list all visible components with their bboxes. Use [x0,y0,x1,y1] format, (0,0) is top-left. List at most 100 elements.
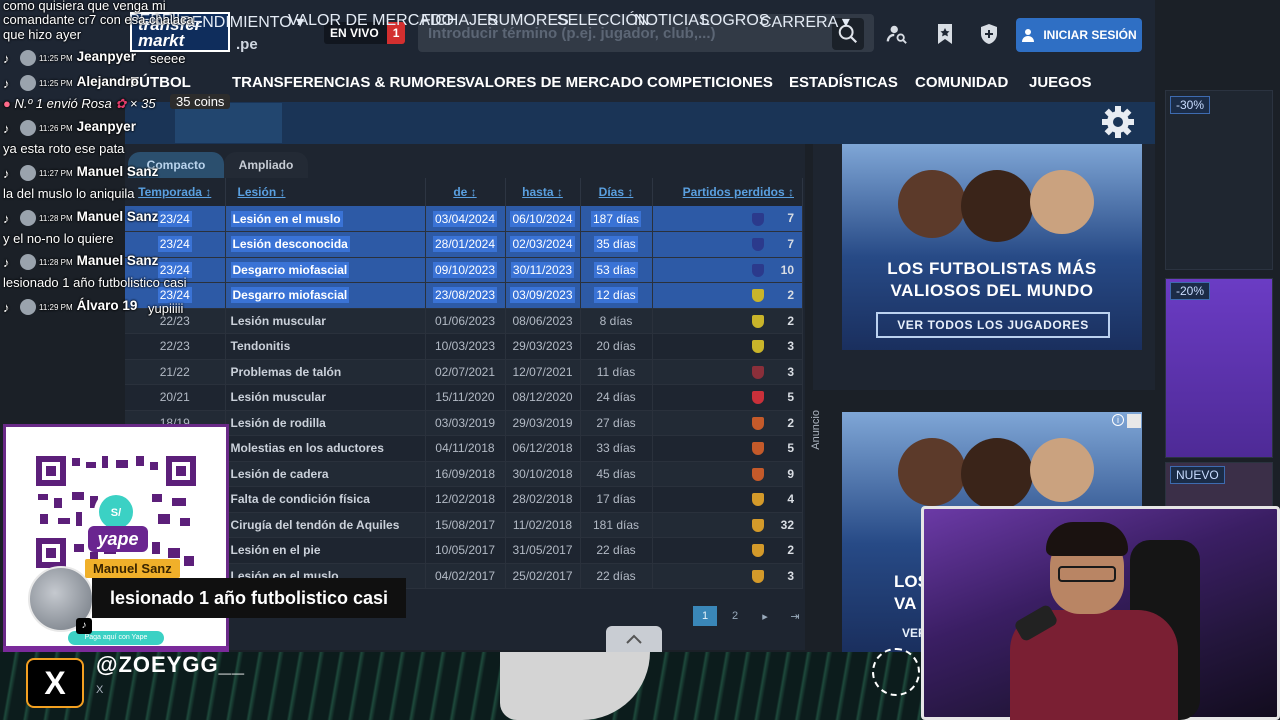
games-missed-value: 2 [787,288,794,303]
club-crest-icon[interactable] [752,467,764,481]
from-date-cell: 28/01/2024 [425,231,506,258]
sub-nav-career[interactable]: CARRERA ▾ [760,12,850,32]
bookmark-button[interactable] [930,20,960,48]
chat-entry: ♪ 11:28 PM Manuel Sanz [3,253,158,270]
last-page-button[interactable]: ⇥ [783,606,807,626]
injury-cell[interactable]: Lesión en el pie [225,537,426,564]
to-date-cell: 11/02/2018 [505,512,581,538]
club-crest-icon[interactable] [752,263,764,277]
ad-info-icon[interactable]: i [1112,414,1124,426]
login-button[interactable]: INICIAR SESIÓN [1016,18,1142,52]
club-crest-icon[interactable] [752,340,764,354]
injury-cell[interactable]: Lesión muscular [225,384,426,411]
table-row[interactable]: 22/23 Tendonitis 10/03/2023 29/03/2023 20 dí… [125,333,803,360]
table-row[interactable]: 23/24 Lesión en el muslo 03/04/2024 06/10/2… [125,206,803,232]
club-crest-icon[interactable] [752,238,764,252]
to-date-cell: 28/02/2018 [505,486,581,513]
injury-cell[interactable]: Desgarro miofascial [225,257,426,283]
club-crest-icon[interactable] [752,569,764,583]
injury-cell[interactable]: Lesión de rodilla [225,410,426,436]
header-injury[interactable]: Lesión ↕ [225,178,426,206]
table-row[interactable]: 22/23 Lesión muscular 01/06/2023 08/06/2023… [125,308,803,334]
tab-extended[interactable]: Ampliado [224,152,308,178]
next-page-button[interactable]: ▸ [753,606,777,626]
injury-cell[interactable]: Cirugía del tendón de Aquiles [225,512,426,538]
injury-cell-text: Lesión de rodilla [230,415,326,430]
sub-nav-news[interactable]: NOTICIAS [634,12,710,30]
games-missed-cell: 32 [652,512,803,538]
ad-close-button[interactable] [1127,414,1141,428]
table-row[interactable]: 20/21 Lesión muscular 15/11/2020 08/12/2020… [125,384,803,411]
sub-nav-performance[interactable]: RENDIMIENTO ▾ [180,12,304,32]
games-missed-value: 2 [787,415,794,430]
days-cell-text: 187 días [590,210,642,227]
club-crest-icon[interactable] [752,518,764,532]
chat-entry: ♪ 11:28 PM Manuel Sanz [3,209,158,226]
avatar [20,298,36,315]
product-card[interactable] [1165,278,1273,458]
settings-button[interactable] [1100,104,1136,140]
nav-football[interactable]: FÚTBOL [130,74,191,91]
sub-nav-career-label: CARRERA [760,14,838,31]
chat-username: Manuel Sanz [76,164,159,179]
collapse-tab[interactable] [606,626,662,652]
nav-games[interactable]: JUEGOS [1029,74,1092,91]
login-label: INICIAR SESIÓN [1043,28,1137,42]
games-missed-cell: 9 [652,461,803,487]
injury-cell[interactable]: Lesión muscular [225,308,426,334]
nav-market-values[interactable]: VALORES DE MERCADO [465,74,643,91]
chat-time: 11:29 PM [39,303,73,312]
from-date-cell: 23/08/2023 [425,282,506,309]
header-days[interactable]: Días ↕ [580,178,653,206]
nav-competitions[interactable]: COMPETICIONES [647,74,773,91]
ad-label: Anuncio [810,410,822,450]
nav-transfers[interactable]: TRANSFERENCIAS & RUMORES [232,74,466,91]
to-date-cell: 08/12/2020 [505,384,581,411]
shield-button[interactable] [974,20,1004,48]
user-search-button[interactable] [882,20,912,48]
product-card[interactable] [1165,90,1273,270]
injury-cell[interactable]: Desgarro miofascial [225,282,426,309]
nav-statistics[interactable]: ESTADÍSTICAS [789,74,898,91]
club-crest-icon[interactable] [752,314,764,328]
page-2-button[interactable]: 2 [723,606,747,626]
tiktok-icon: ♪ [3,75,10,91]
club-crest-icon[interactable] [752,544,764,558]
to-date-cell-text: 03/09/2023 [510,287,575,304]
table-row[interactable]: 21/22 Problemas de talón 02/07/2021 12/07/2… [125,359,803,385]
club-crest-icon[interactable] [752,289,764,303]
days-cell-text: 12 días [594,287,638,304]
days-cell: 27 días [580,410,653,436]
ad-cta-button[interactable]: VER TODOS LOS JUGADORES [876,312,1110,338]
chat-message-text: y el no-no lo quiere [3,231,114,246]
injury-cell[interactable]: Lesión de cadera [225,461,426,487]
club-crest-icon[interactable] [752,416,764,430]
club-crest-icon[interactable] [752,493,764,507]
injury-cell[interactable]: Problemas de talón [225,359,426,385]
table-row[interactable]: 23/24 Desgarro miofascial 09/10/2023 30/11/… [125,257,803,283]
injury-cell[interactable]: Tendonitis [225,333,426,360]
pagination: 1 2 ▸ ⇥ [693,606,807,626]
header-games-missed[interactable]: Partidos perdidos ↕ [652,178,803,206]
to-date-cell: 02/03/2024 [505,231,581,258]
club-crest-icon[interactable] [752,365,764,379]
to-date-cell: 30/11/2023 [505,257,581,283]
ad-banner-top[interactable]: LOS FUTBOLISTAS MÁS VALIOSOS DEL MUNDO V… [842,144,1142,350]
injury-cell[interactable]: Lesión en el muslo [225,206,426,232]
page-1-button[interactable]: 1 [693,606,717,626]
from-date-cell-text: 02/07/2021 [434,364,496,379]
club-crest-icon[interactable] [752,391,764,405]
header-season[interactable]: Temporada ↕ [125,178,226,206]
chat-message-text: lesionado 1 año futbolistico casi [3,275,187,290]
table-row[interactable]: 23/24 Desgarro miofascial 23/08/2023 03/09/… [125,282,803,309]
club-crest-icon[interactable] [752,212,764,226]
injury-cell[interactable]: Lesión desconocida [225,231,426,258]
injury-cell[interactable]: Falta de condición física [225,486,426,513]
to-date-cell: 12/07/2021 [505,359,581,385]
nav-community[interactable]: COMUNIDAD [915,74,1008,91]
club-crest-icon[interactable] [752,442,764,456]
header-from[interactable]: de ↕ [425,178,506,206]
injury-cell[interactable]: Molestias en los aductores [225,435,426,462]
header-to[interactable]: hasta ↕ [505,178,581,206]
table-row[interactable]: 23/24 Lesión desconocida 28/01/2024 02/03/2… [125,231,803,258]
